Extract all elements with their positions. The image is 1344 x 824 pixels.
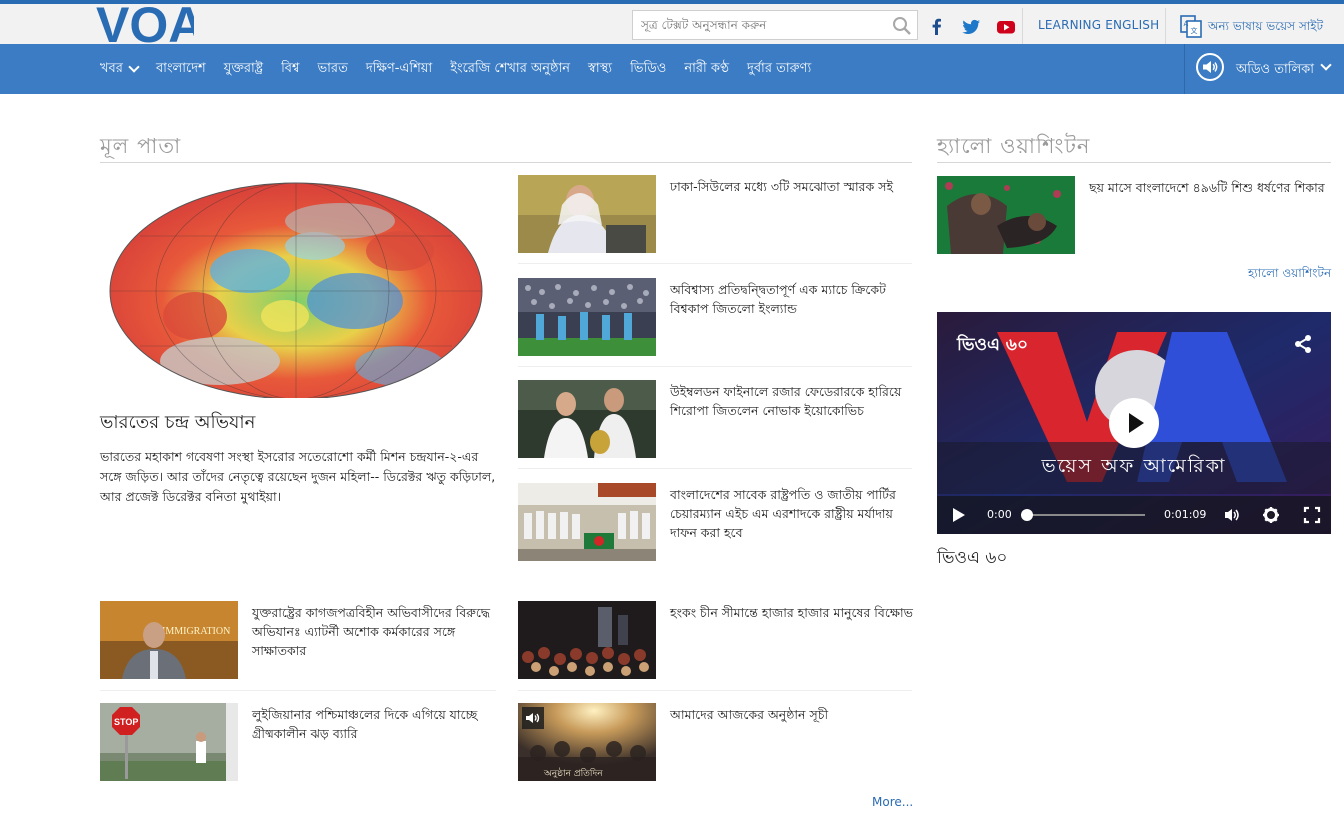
video-player[interactable]: ভিওএ ৬০ ভয়েস অফ আমেরিকা 0:00 0:01:09: [937, 312, 1331, 534]
search-box: [632, 10, 918, 40]
search-input[interactable]: [641, 15, 891, 35]
svg-text:IMMIGRATION: IMMIGRATION: [162, 626, 230, 637]
list-item[interactable]: IMMIGRATION যুক্তরাষ্ট্রের কাগজপত্রবিহীন…: [100, 601, 496, 681]
svg-text:STOP: STOP: [114, 717, 138, 727]
story-thumbnail: STOP: [100, 703, 238, 781]
audio-icon: [522, 707, 544, 729]
lead-story-title[interactable]: ভারতের চন্দ্র অভিযান: [100, 408, 255, 439]
nav-separator: [1184, 44, 1185, 94]
speaker-icon: [1196, 53, 1224, 81]
section-rule: [100, 162, 912, 163]
story-title: বাংলাদেশের সাবেক রাষ্ট্রপতি ও জাতীয় পার…: [670, 487, 896, 540]
story-title: আমাদের আজকের অনুষ্ঠান সূচী: [670, 707, 829, 722]
top-separator: [1022, 8, 1023, 48]
section-title-hello-washington: হ্যালো ওয়াশিংটন: [937, 134, 1091, 158]
list-item[interactable]: উইম্বলডন ফাইনালে রজার ফেডেরারকে হারিয়ে …: [518, 380, 914, 460]
lead-story-image[interactable]: [100, 176, 496, 398]
section-title-home: মূল পাতা: [100, 134, 182, 158]
audio-list-menu[interactable]: অডিও তালিকা: [1196, 53, 1341, 85]
story-thumbnail: [937, 176, 1075, 254]
svg-text:文: 文: [1191, 26, 1198, 35]
svg-text:A: A: [1184, 20, 1189, 28]
audio-list-label: অডিও তালিকা: [1236, 62, 1315, 77]
story-thumbnail: [518, 601, 656, 679]
story-title: ছয় মাসে বাংলাদেশে ৪৯৬টি শিশু ধর্ষণের শি…: [1089, 180, 1325, 195]
duration: 0:01:09: [1164, 508, 1207, 521]
volume-icon[interactable]: [1223, 506, 1241, 524]
nav-item-women-voice[interactable]: নারী কণ্ঠ: [684, 59, 729, 80]
nav-item-bangladesh[interactable]: বাংলাদেশ: [156, 59, 206, 80]
video-label[interactable]: ভিওএ ৬০: [937, 545, 1008, 573]
story-title: যুক্তরাষ্ট্রের কাগজপত্রবিহীন অভিবাসীদের …: [252, 605, 491, 658]
settings-gear-icon[interactable]: [1262, 506, 1280, 524]
nav-item-south-asia[interactable]: দক্ষিণ-এশিয়া: [366, 59, 432, 80]
list-item[interactable]: ছয় মাসে বাংলাদেশে ৪৯৬টি শিশু ধর্ষণের শি…: [937, 176, 1331, 254]
play-icon: [1129, 413, 1144, 433]
story-thumbnail: [518, 278, 656, 356]
nav-item-india[interactable]: ভারত: [317, 59, 347, 80]
chevron-down-icon: [1320, 59, 1332, 71]
story-title: অবিশ্বাস্য প্রতিদ্বন্দ্বিতাপূর্ণ এক ম্যা…: [670, 282, 886, 316]
chevron-down-icon: [128, 61, 140, 73]
seek-handle[interactable]: [1021, 509, 1033, 521]
list-item[interactable]: বাংলাদেশের সাবেক রাষ্ট্রপতি ও জাতীয় পার…: [518, 483, 914, 563]
story-title: হংকং চীন সীমান্তে হাজার হাজার মানুষের বি…: [670, 605, 913, 620]
search-icon[interactable]: [891, 15, 913, 37]
current-time: 0:00: [987, 508, 1012, 521]
video-caption: ভয়েস অফ আমেরিকা: [1041, 455, 1227, 477]
other-languages-label: অন্য ভাষায় ভয়েস সাইট: [1208, 19, 1324, 33]
nav-item-news[interactable]: খবর: [100, 59, 140, 80]
nav-item-usa[interactable]: যুক্তরাষ্ট্র: [224, 59, 263, 80]
nav-item-world[interactable]: বিশ্ব: [281, 59, 299, 80]
fullscreen-icon[interactable]: [1303, 506, 1321, 524]
svg-text:VOA: VOA: [96, 0, 194, 46]
story-title: ঢাকা-সিউলের মধ্যে ৩টি সমঝোতা স্মারক সই: [670, 179, 893, 194]
list-item[interactable]: অবিশ্বাস্য প্রতিদ্বন্দ্বিতাপূর্ণ এক ম্যা…: [518, 278, 914, 358]
lead-story-description: ভারতের মহাকাশ গবেষণা সংস্থা ইসরোর সতেরোশ…: [100, 449, 496, 504]
nav-item-video[interactable]: ভিডিও: [630, 59, 666, 80]
youtube-icon[interactable]: [995, 16, 1017, 38]
nav-item-youth[interactable]: দুর্বার তারুণ্য: [747, 59, 811, 80]
top-separator: [1165, 8, 1166, 48]
moon-map-image: [109, 182, 483, 398]
list-item[interactable]: ঢাকা-সিউলের মধ্যে ৩টি সমঝোতা স্মারক সই: [518, 175, 914, 255]
other-languages-link[interactable]: A 文 অন্য ভাষায় ভয়েস সাইট: [1180, 14, 1340, 40]
nav-item-health[interactable]: স্বাস্থ্য: [588, 59, 612, 80]
nav-list: খবর বাংলাদেশ যুক্তরাষ্ট্র বিশ্ব ভারত দক্…: [100, 44, 829, 94]
svg-text:অনুষ্ঠান প্রতিদিন: অনুষ্ঠান প্রতিদিন: [543, 767, 603, 779]
hello-washington-link[interactable]: হ্যালো ওয়াশিংটন: [1248, 265, 1331, 285]
voa-logo[interactable]: VOA: [94, 0, 194, 46]
learning-english-link[interactable]: LEARNING ENGLISH: [1038, 18, 1159, 32]
story-title: উইম্বলডন ফাইনালে রজার ফেডেরারকে হারিয়ে …: [670, 384, 902, 418]
more-link[interactable]: More...: [872, 795, 913, 809]
share-icon[interactable]: [1293, 334, 1313, 354]
story-title: লুইজিয়ানার পশ্চিমাঞ্চলের দিকে এগিয়ে যা…: [252, 707, 478, 741]
video-controls: 0:00 0:01:09: [937, 496, 1331, 534]
story-thumbnail: [518, 175, 656, 253]
top-bar: VOA LEARNING ENGLISH A 文 অন্য ভাষায় ভয়…: [0, 0, 1344, 48]
story-divider: [518, 263, 912, 264]
play-icon[interactable]: [949, 506, 967, 524]
list-item[interactable]: অনুষ্ঠান প্রতিদিন আমাদের আজকের অনুষ্ঠান …: [518, 703, 914, 783]
story-thumbnail: IMMIGRATION: [100, 601, 238, 679]
nav-item-learning-english[interactable]: ইংরেজি শেখার অনুষ্ঠান: [450, 59, 570, 80]
nav-item-label: খবর: [100, 60, 123, 76]
twitter-icon[interactable]: [960, 16, 982, 38]
story-thumbnail: [518, 380, 656, 458]
list-item[interactable]: STOP লুইজিয়ানার পশ্চিমাঞ্চলের দিকে এগিয…: [100, 703, 496, 783]
play-button[interactable]: [1109, 398, 1159, 448]
section-rule: [937, 162, 1331, 163]
video-title: ভিওএ ৬০: [957, 335, 1029, 355]
story-divider: [518, 468, 912, 469]
facebook-icon[interactable]: [926, 16, 948, 38]
seek-bar[interactable]: [1023, 514, 1145, 516]
story-divider: [518, 366, 912, 367]
story-thumbnail: [518, 483, 656, 561]
story-divider: [100, 690, 496, 691]
story-divider: [518, 690, 912, 691]
main-navigation: খবর বাংলাদেশ যুক্তরাষ্ট্র বিশ্ব ভারত দক্…: [0, 44, 1344, 94]
list-item[interactable]: হংকং চীন সীমান্তে হাজার হাজার মানুষের বি…: [518, 601, 914, 681]
language-icon: A 文: [1180, 15, 1202, 38]
